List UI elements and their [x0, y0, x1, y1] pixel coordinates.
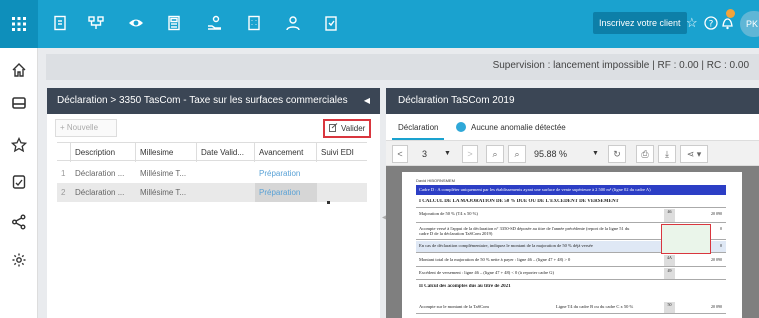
help-icon[interactable]: ?: [704, 14, 718, 35]
page-number[interactable]: 3: [422, 145, 427, 163]
anomaly-status[interactable]: Aucune anomalie détectée: [456, 118, 566, 138]
share-menu-icon[interactable]: ⋖ ▾: [680, 145, 708, 163]
section-heading: II Calcul des acomptes dus au titre de 2…: [419, 284, 511, 289]
highlighted-fields[interactable]: [661, 224, 711, 254]
svg-text:?: ?: [709, 20, 714, 30]
cell-edi: [317, 164, 367, 183]
table-row[interactable]: 2 Déclaration ... Millésime T... Prépara…: [57, 183, 367, 202]
table-header: Description Millesime Date Valid... Avan…: [57, 142, 367, 162]
user-icon[interactable]: [284, 14, 302, 32]
refresh-icon[interactable]: ↻: [608, 145, 626, 163]
edit-icon: [329, 123, 338, 132]
hand-money-icon[interactable]: [206, 14, 224, 32]
cell-date: [197, 164, 255, 183]
star-icon[interactable]: ☆: [686, 14, 698, 32]
doc-line: Majoration de 50 % (T4 x 50 %) 46 20 090: [416, 209, 726, 223]
share-icon[interactable]: [10, 213, 28, 231]
cell-avancement[interactable]: Préparation: [255, 183, 317, 202]
cell-millesime: Millésime T...: [140, 188, 187, 197]
row-number: 1: [61, 169, 66, 178]
left-sidebar: [0, 48, 38, 318]
chevron-down-icon[interactable]: ▼: [592, 145, 599, 163]
next-page-button[interactable]: >: [462, 145, 478, 163]
doc-line: Acompte sur le montant de la TaSCom Lign…: [416, 302, 726, 314]
validate-label: Valider: [341, 124, 366, 133]
list-toolbar: + Nouvelle Valider: [47, 116, 380, 142]
panel-header: Déclaration > 3350 TasCom - Taxe sur les…: [47, 88, 380, 114]
anomaly-label: Aucune anomalie détectée: [471, 123, 566, 132]
cell-millesime: Millésime T...: [140, 169, 187, 178]
company-name: David HIBORNSMEM: [416, 178, 455, 183]
clipboard-icon[interactable]: [322, 14, 340, 32]
new-button[interactable]: + Nouvelle: [55, 119, 117, 137]
download-icon[interactable]: ⤓: [658, 145, 676, 163]
column-header[interactable]: Suivi EDI: [317, 143, 367, 162]
column-header[interactable]: Millesime: [136, 143, 197, 162]
viewer-tabs: Déclaration Aucune anomalie détectée: [386, 118, 759, 140]
cell-avancement: Préparation: [259, 169, 301, 178]
org-chart-icon[interactable]: [87, 14, 105, 32]
panel-title: Déclaration > 3350 TasCom - Taxe sur les…: [57, 95, 348, 106]
cell-edi: [317, 183, 367, 202]
info-icon: [456, 122, 466, 132]
building-icon[interactable]: [245, 14, 263, 32]
cell-description: Déclaration ...: [75, 188, 125, 197]
zoom-in-icon[interactable]: ⌕: [508, 145, 526, 163]
star-icon[interactable]: [10, 136, 28, 154]
viewer-title: Déclaration TaSCom 2019: [386, 88, 759, 114]
calculator-icon[interactable]: [165, 14, 183, 32]
cell-description: Déclaration ...: [75, 169, 125, 178]
cell-resize-handle[interactable]: [327, 201, 330, 204]
supervision-status: Supervision : lancement impossible | RF …: [492, 60, 749, 71]
avatar[interactable]: PK: [740, 11, 759, 37]
column-header[interactable]: Description: [71, 143, 136, 162]
chevron-down-icon[interactable]: ▼: [444, 145, 451, 163]
section-heading: I CALCUL DE LA MAJORATION DE 50 % DUE OU…: [416, 197, 726, 208]
zoom-level[interactable]: 95.88 %: [534, 145, 567, 163]
document-viewer[interactable]: David HIBORNSMEM Cadre D : A compléter u…: [386, 166, 759, 318]
apps-grid-button[interactable]: [0, 0, 38, 48]
cell-date: [197, 183, 255, 202]
pdf-toolbar: < 3 ▼ > ⌕ ⌕ 95.88 % ▼ ↻ ⎙ ⤓ ⋖ ▾: [386, 140, 759, 166]
table-row[interactable]: 1 Déclaration ... Millésime T... Prépara…: [57, 164, 367, 183]
document-page: David HIBORNSMEM Cadre D : A compléter u…: [402, 172, 742, 318]
validate-button[interactable]: Valider: [323, 119, 371, 138]
collapse-arrow-icon[interactable]: ◀: [364, 88, 370, 114]
zoom-out-icon[interactable]: ⌕: [486, 145, 504, 163]
prev-page-button[interactable]: <: [392, 145, 408, 163]
home-icon[interactable]: [10, 61, 28, 79]
tab-declaration[interactable]: Déclaration: [392, 118, 445, 140]
document-icon[interactable]: [51, 14, 69, 32]
doc-line: Excédent de versement : ligne 46 – (lign…: [416, 268, 726, 280]
supervision-bar: Supervision : lancement impossible | RF …: [46, 54, 759, 80]
inbox-icon[interactable]: [10, 94, 28, 112]
doc-line: Montant total de la majoration de 50 % n…: [416, 255, 726, 267]
row-number: 2: [61, 188, 66, 197]
declaration-viewer-panel: Déclaration TaSCom 2019 Déclaration Aucu…: [386, 88, 759, 318]
settings-icon[interactable]: [10, 251, 28, 269]
column-header[interactable]: Avancement: [255, 143, 317, 162]
print-icon[interactable]: ⎙: [636, 145, 654, 163]
note-icon[interactable]: [10, 173, 28, 191]
header-spacer: [57, 143, 71, 162]
column-header[interactable]: Date Valid...: [197, 143, 255, 162]
register-client-button[interactable]: Inscrivez votre client: [593, 12, 687, 34]
top-bar: Inscrivez votre client ☆ ? PK: [0, 0, 759, 48]
declaration-list-panel: Déclaration > 3350 TasCom - Taxe sur les…: [47, 88, 380, 318]
apps-grid-icon: [12, 17, 26, 31]
cadre-title: Cadre D : A compléter uniquement par les…: [416, 185, 726, 195]
notification-badge: [726, 9, 735, 18]
eye-icon[interactable]: [127, 14, 145, 32]
